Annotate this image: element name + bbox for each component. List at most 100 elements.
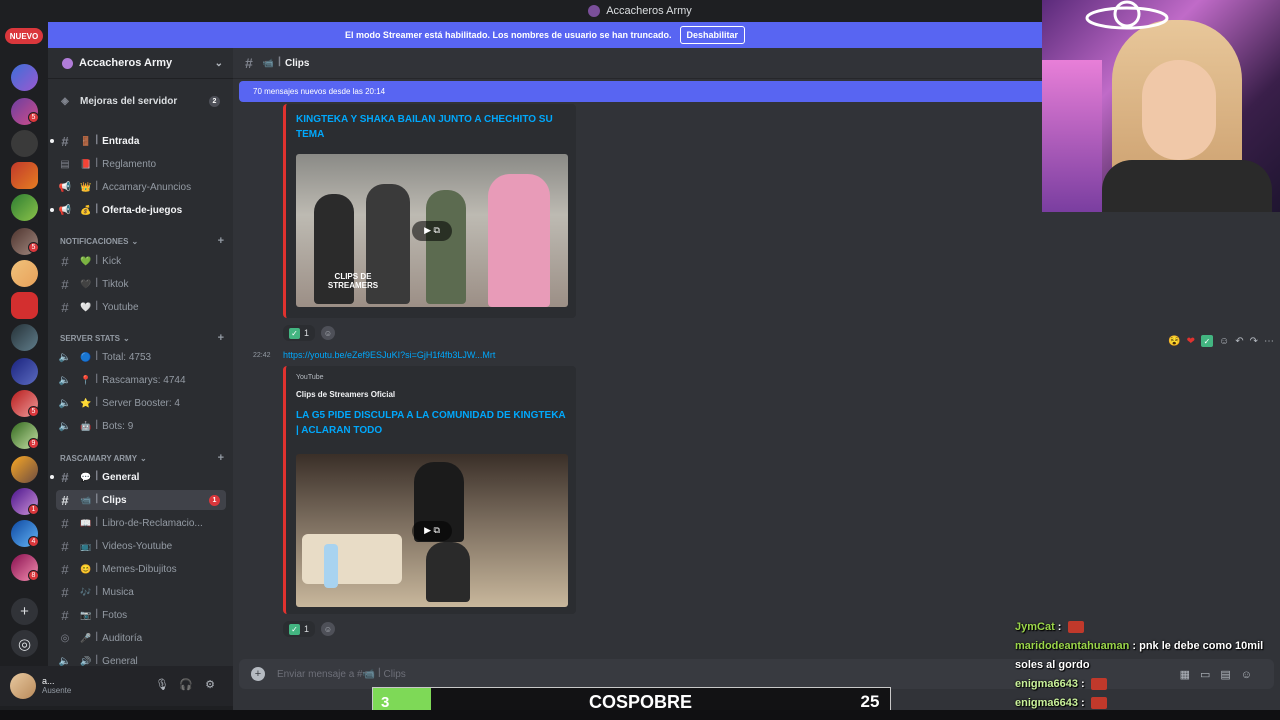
category-label: SERVER STATS xyxy=(60,333,121,343)
embed-title[interactable]: KINGTEKA Y SHAKA BAILAN JUNTO A CHECHITO… xyxy=(296,112,566,142)
add-reaction-icon[interactable]: ☺ xyxy=(1219,336,1229,347)
webcam-overlay xyxy=(1042,0,1280,212)
emote-icon xyxy=(1090,697,1107,710)
user-info[interactable]: a... Ausente xyxy=(42,676,71,696)
server-icon[interactable] xyxy=(11,64,38,91)
add-reaction-icon[interactable]: ☺ xyxy=(321,622,335,636)
channel-emoji: 🤖 xyxy=(80,420,92,431)
play-icon[interactable]: ▶ ⧉ xyxy=(412,520,452,541)
voice-rascamarys[interactable]: 🔈 📍 ꟾ Rascamarys: 4744 xyxy=(56,370,226,390)
video-thumbnail[interactable]: CLIPS DE STREAMERS ▶ ⧉ xyxy=(296,154,568,307)
category-label: RASCAMARY ARMY xyxy=(60,453,138,463)
reaction-count: 1 xyxy=(303,624,309,634)
channel-emoji: 😊 xyxy=(80,563,92,574)
screen: Accacheros Army NUEVO 5 5 5 9 1 4 8 + ◎ … xyxy=(0,0,1280,720)
voice-total[interactable]: 🔈 🔵 ꟾ Total: 4753 xyxy=(56,347,226,367)
server-icon[interactable] xyxy=(11,162,38,189)
hash-icon: # xyxy=(61,584,69,600)
channel-kick[interactable]: # 💚 ꟾ Kick xyxy=(56,251,226,271)
channel-musica[interactable]: # 🎶 ꟾ Musica xyxy=(56,582,226,602)
server-icon[interactable] xyxy=(11,324,38,351)
channel-general[interactable]: # 💬 ꟾ General xyxy=(50,467,226,487)
microphone-icon[interactable]: 🎙 xyxy=(154,678,170,694)
channel-libro[interactable]: # 📖 ꟾ Libro-de-Reclamacio... xyxy=(56,513,226,533)
server-boost-item[interactable]: ◈ Mejoras del servidor 2 xyxy=(56,91,226,111)
server-icon[interactable] xyxy=(11,194,38,221)
channel-label: Tiktok xyxy=(102,278,129,290)
attach-icon[interactable]: + xyxy=(251,667,265,681)
add-reaction-icon[interactable]: ☺ xyxy=(321,326,335,340)
server-icon[interactable] xyxy=(11,292,38,319)
channel-reglamento[interactable]: ▤ 📕 ꟾ Reglamento xyxy=(56,154,226,174)
server-header[interactable]: Accacheros Army ⌄ xyxy=(48,48,233,79)
gear-icon[interactable]: ⚙ xyxy=(202,678,218,694)
channel-anuncios[interactable]: 📢 👑 ꟾ Accamary-Anuncios xyxy=(56,177,226,197)
disable-streamer-button[interactable]: Deshabilitar xyxy=(679,26,746,44)
speaker-icon: 🔈 xyxy=(58,420,72,432)
video-thumbnail[interactable]: ▶ ⧉ xyxy=(296,454,568,607)
message-input[interactable]: Enviar mensaje a #📹 ꟾ Clips xyxy=(277,669,406,680)
channel-label: Accamary-Anuncios xyxy=(102,181,192,193)
unread-dot xyxy=(50,208,54,212)
channel-emoji: 🔊 xyxy=(80,655,92,666)
play-icon[interactable]: ▶ ⧉ xyxy=(412,220,452,241)
channel-emoji: 📹 xyxy=(262,57,275,68)
channel-emoji: 🤍 xyxy=(80,301,92,312)
category-notificaciones[interactable]: NOTIFICACIONES ⌄ + xyxy=(60,234,224,248)
hash-icon: # xyxy=(61,607,69,623)
emoji-reaction-icon[interactable]: 😵 xyxy=(1168,336,1180,347)
channel-tiktok[interactable]: # 🖤 ꟾ Tiktok xyxy=(56,274,226,294)
speaker-icon: 🔈 xyxy=(58,351,72,363)
new-badge[interactable]: NUEVO xyxy=(5,28,43,44)
heart-icon[interactable]: ❤ xyxy=(1187,336,1195,347)
reaction-check[interactable]: ✓ 1 xyxy=(283,621,315,637)
stage-auditoria[interactable]: ◎ 🎤 ꟾ Auditoría xyxy=(56,628,226,648)
add-channel-icon[interactable]: + xyxy=(218,452,224,464)
reply-icon[interactable]: ↶ xyxy=(1235,336,1243,347)
category-server-stats[interactable]: SERVER STATS ⌄ + xyxy=(60,331,224,345)
embed-title[interactable]: LA G5 PIDE DISCULPA A LA COMUNIDAD DE KI… xyxy=(296,408,566,438)
server-icon[interactable] xyxy=(11,260,38,287)
hash-icon: # xyxy=(61,133,69,149)
message-link[interactable]: https://youtu.be/eZef9ESJuKI?si=GjH1f4fb… xyxy=(283,350,495,360)
avatar[interactable] xyxy=(10,673,36,699)
add-server-icon[interactable]: + xyxy=(11,598,38,625)
server-icon[interactable] xyxy=(11,456,38,483)
embed-author[interactable]: Clips de Streamers Oficial xyxy=(296,390,395,399)
add-channel-icon[interactable]: + xyxy=(218,332,224,344)
channel-videos-youtube[interactable]: # 📺 ꟾ Videos-Youtube xyxy=(56,536,226,556)
channel-ofertas[interactable]: 📢 💰 ꟾ Oferta-de-juegos xyxy=(50,200,226,220)
forward-icon[interactable]: ↷ xyxy=(1250,336,1258,347)
new-messages-bar[interactable]: 70 mensajes nuevos desde las 20:14 xyxy=(239,81,1049,102)
category-rascamary-army[interactable]: RASCAMARY ARMY ⌄ + xyxy=(60,451,224,465)
channel-emoji: 📍 xyxy=(80,374,92,385)
reaction-check[interactable]: ✓ 1 xyxy=(283,325,315,341)
channel-clips[interactable]: # 📹 ꟾ Clips 1 xyxy=(56,490,226,510)
add-channel-icon[interactable]: + xyxy=(218,235,224,247)
voice-general[interactable]: 🔈 🔊 ꟾ General xyxy=(56,651,226,667)
server-icon[interactable] xyxy=(11,358,38,385)
check-icon: ✓ xyxy=(288,623,300,635)
os-taskbar xyxy=(0,710,1280,720)
channel-memes[interactable]: # 😊 ꟾ Memes-Dibujitos xyxy=(56,559,226,579)
voice-boosters[interactable]: 🔈 ⭐ ꟾ Server Booster: 4 xyxy=(56,393,226,413)
channel-label: Kick xyxy=(102,255,122,267)
explore-icon[interactable]: ◎ xyxy=(11,630,38,657)
channel-label: Clips xyxy=(102,494,127,506)
server-icon[interactable] xyxy=(11,130,38,157)
more-icon[interactable]: ⋯ xyxy=(1264,336,1274,347)
channel-label: General xyxy=(102,471,140,483)
headphones-icon[interactable]: 🎧 xyxy=(178,678,194,694)
check-icon[interactable]: ✓ xyxy=(1201,335,1213,347)
channel-youtube[interactable]: # 🤍 ꟾ Youtube xyxy=(56,297,226,317)
server-badge: 5 xyxy=(28,406,39,417)
check-icon: ✓ xyxy=(288,327,300,339)
voice-bots[interactable]: 🔈 🤖 ꟾ Bots: 9 xyxy=(56,416,226,436)
channel-emoji: 🚪 xyxy=(80,135,92,146)
embed-provider[interactable]: YouTube xyxy=(296,374,324,381)
channel-fotos[interactable]: # 📷 ꟾ Fotos xyxy=(56,605,226,625)
channel-emoji: 📕 xyxy=(80,158,92,169)
channel-entrada[interactable]: # 🚪 ꟾ Entrada xyxy=(50,131,226,151)
unread-dot xyxy=(50,475,54,479)
channel-label: Rascamarys: 4744 xyxy=(102,374,186,386)
